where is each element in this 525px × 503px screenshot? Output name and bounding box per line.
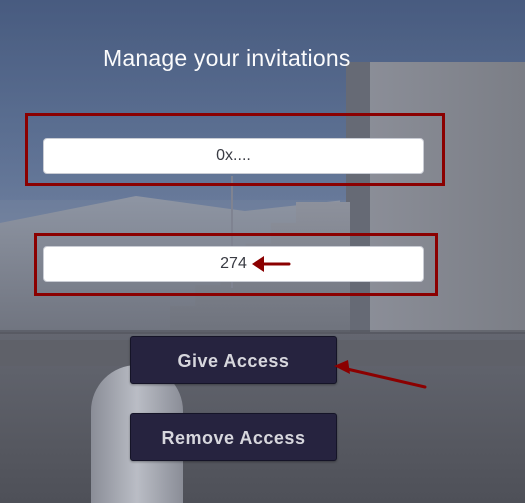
- game-scene: Manage your invitations 0x.... 274 Give …: [0, 0, 525, 503]
- token-id-input[interactable]: 274: [43, 246, 424, 282]
- remove-access-button[interactable]: Remove Access: [130, 413, 337, 461]
- horizon-edge: [0, 330, 525, 334]
- page-title: Manage your invitations: [103, 45, 351, 71]
- address-input[interactable]: 0x....: [43, 138, 424, 174]
- give-access-button[interactable]: Give Access: [130, 336, 337, 384]
